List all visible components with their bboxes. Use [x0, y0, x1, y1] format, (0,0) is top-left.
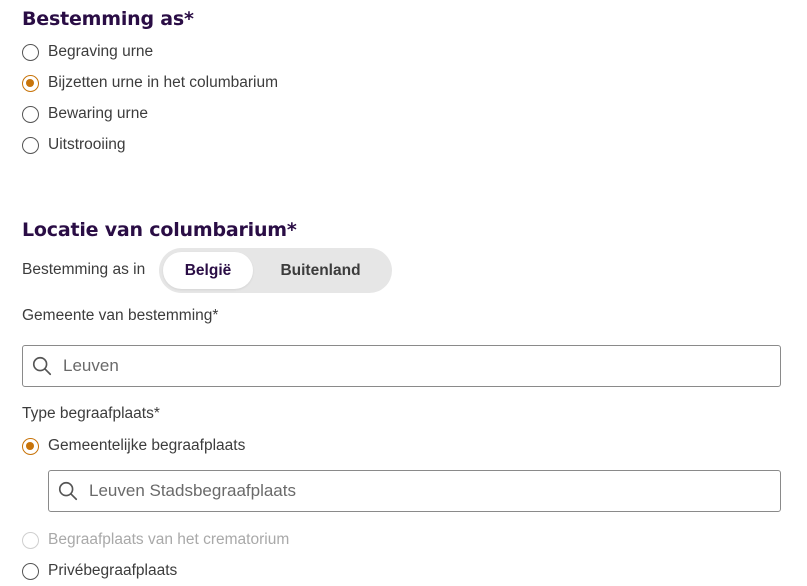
radio-bewaring-urne[interactable]: Bewaring urne [22, 103, 148, 125]
gemeente-search-field[interactable] [22, 345, 781, 387]
radio-label: Bijzetten urne in het columbarium [48, 74, 279, 91]
radio-begraving-urne[interactable]: Begraving urne [22, 41, 153, 63]
toggle-option-belgie[interactable]: België [163, 252, 253, 289]
radio-circle-disabled [22, 531, 39, 549]
locatie-columbarium-heading: Locatie van columbarium* [22, 219, 297, 241]
radio-label: Bewaring urne [48, 105, 148, 122]
radio-circle[interactable] [22, 562, 39, 580]
search-icon [58, 481, 78, 501]
radio-begraafplaats-crematorium: Begraafplaats van het crematorium [22, 529, 289, 551]
bestemming-as-heading: Bestemming as* [22, 8, 194, 30]
radio-gemeentelijke-begraafplaats[interactable]: Gemeentelijke begraafplaats [22, 435, 245, 457]
radio-label: Uitstrooiing [48, 136, 126, 153]
radio-circle-checked[interactable] [22, 437, 39, 455]
radio-label: Begraafplaats van het crematorium [48, 531, 290, 548]
radio-circle-checked[interactable] [22, 74, 39, 92]
country-toggle: België Buitenland [159, 248, 392, 293]
radio-label: Gemeentelijke begraafplaats [48, 437, 246, 454]
type-begraafplaats-label: Type begraafplaats* [22, 405, 160, 422]
radio-circle[interactable] [22, 105, 39, 123]
search-icon [32, 356, 52, 376]
begraafplaats-search-input[interactable] [89, 481, 674, 501]
gemeente-search-input[interactable] [63, 356, 669, 376]
radio-bijzetten-urne[interactable]: Bijzetten urne in het columbarium [22, 72, 278, 94]
radio-privebegraafplaats[interactable]: Privébegraafplaats [22, 560, 177, 582]
bestemming-as-in-label: Bestemming as in [22, 261, 146, 278]
begraafplaats-search-field[interactable] [48, 470, 781, 512]
radio-circle[interactable] [22, 136, 39, 154]
radio-circle[interactable] [22, 43, 39, 61]
radio-label: Begraving urne [48, 43, 154, 60]
toggle-option-buitenland[interactable]: Buitenland [253, 252, 388, 289]
gemeente-label: Gemeente van bestemming* [22, 307, 219, 324]
radio-uitstrooiing[interactable]: Uitstrooiing [22, 134, 126, 156]
radio-label: Privébegraafplaats [48, 562, 178, 579]
